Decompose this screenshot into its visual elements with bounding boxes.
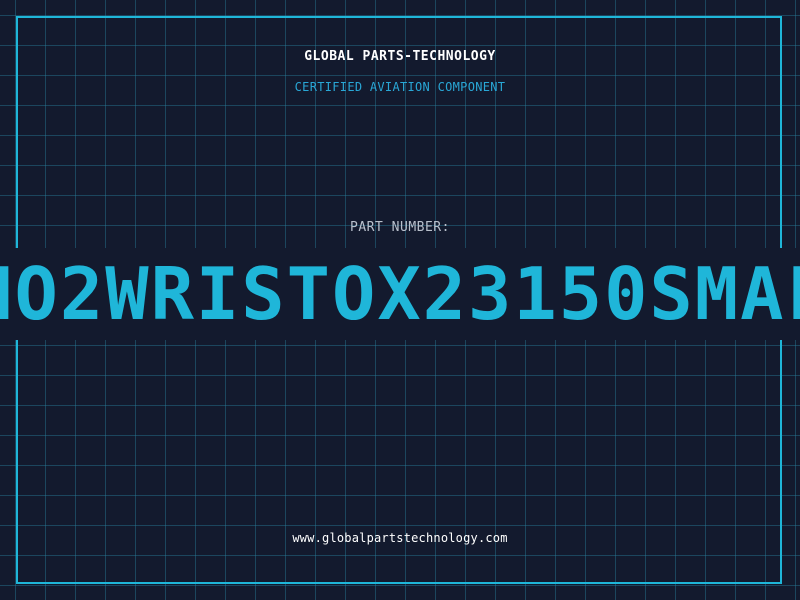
certification-subtitle: CERTIFIED AVIATION COMPONENT <box>294 80 506 94</box>
part-number-label: PART NUMBER: <box>350 220 450 235</box>
part-number-band: NO2WRISTOX23150SMAL <box>0 248 800 340</box>
part-number-value: NO2WRISTOX23150SMAL <box>0 252 800 336</box>
website-url: www.globalpartstechnology.com <box>292 531 508 545</box>
brand-name: GLOBAL PARTS-TECHNOLOGY <box>304 49 496 64</box>
